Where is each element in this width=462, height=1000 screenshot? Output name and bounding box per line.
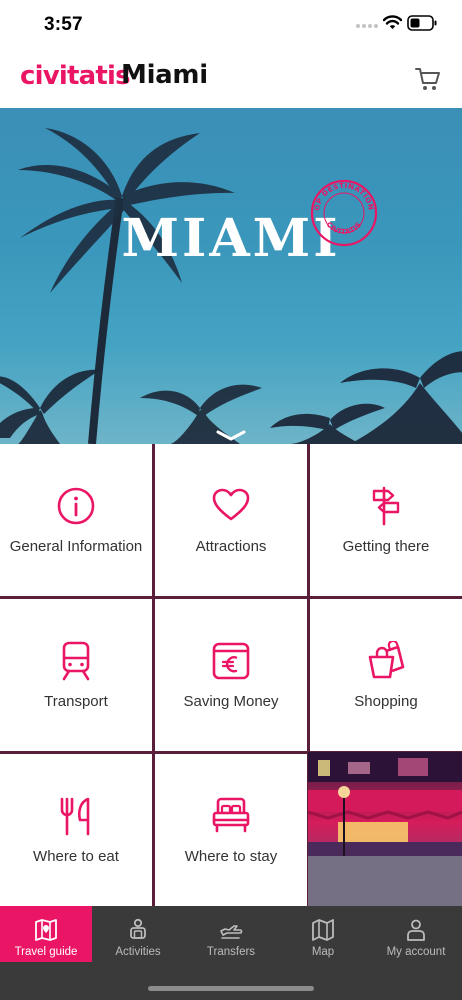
tile-label: Transport xyxy=(44,693,108,710)
bed-icon xyxy=(212,797,250,833)
tile-label: Getting there xyxy=(342,538,430,555)
tile-where-to-eat[interactable]: Where to eat xyxy=(0,754,152,906)
train-icon xyxy=(62,641,90,681)
tile-where-to-stay[interactable]: Where to stay xyxy=(155,754,307,906)
tile-general-information[interactable]: General Information xyxy=(0,444,152,596)
nav-label: Travel guide xyxy=(14,946,78,958)
plane-icon xyxy=(220,925,243,939)
shopping-bags-icon xyxy=(368,641,405,679)
tile-shopping[interactable]: Shopping xyxy=(310,599,462,751)
nav-label: My account xyxy=(386,946,446,958)
city-title: Miami xyxy=(121,60,208,90)
tile-transport[interactable]: Transport xyxy=(0,599,152,751)
cellular-signal-icon xyxy=(356,24,378,28)
hero-title: MIAMI xyxy=(121,208,341,269)
person-icon xyxy=(130,918,146,939)
signpost-icon xyxy=(372,486,400,526)
hero-banner: MIAMI TOP DESTINATIONS CIVITATIS xyxy=(0,108,462,444)
nav-label: Map xyxy=(311,946,335,958)
euro-wallet-icon xyxy=(212,642,250,680)
status-bar: 3:57 xyxy=(0,0,462,48)
nav-label: Activities xyxy=(115,946,161,958)
tile-label: Attractions xyxy=(195,538,267,555)
status-time: 3:57 xyxy=(44,14,83,35)
battery-icon xyxy=(407,15,437,31)
miami-street-photo xyxy=(308,752,462,906)
home-indicator[interactable] xyxy=(148,986,314,991)
chevron-down-icon[interactable] xyxy=(216,430,246,442)
tile-label: Where to stay xyxy=(184,848,278,865)
tile-label: Saving Money xyxy=(183,693,279,710)
top-destinations-badge: TOP DESTINATIONS CIVITATIS xyxy=(309,178,378,247)
app-header: civitatis Miami xyxy=(0,48,462,108)
nav-label: Transfers xyxy=(206,946,256,958)
tile-saving-money[interactable]: Saving Money xyxy=(155,599,307,751)
wifi-icon xyxy=(383,15,402,29)
tile-attractions[interactable]: Attractions xyxy=(155,444,307,596)
cart-icon[interactable] xyxy=(415,66,441,92)
map-icon xyxy=(312,919,334,941)
palm-trees-image xyxy=(0,128,462,444)
night-street-image xyxy=(308,752,462,906)
guide-sections-grid: General Information Attractions Getting … xyxy=(0,444,462,906)
heart-icon xyxy=(212,488,250,521)
nav-activities[interactable]: Activities xyxy=(92,906,184,962)
nav-transfers[interactable]: Transfers xyxy=(185,906,277,962)
map-book-icon xyxy=(35,919,57,941)
tile-getting-there[interactable]: Getting there xyxy=(310,444,462,596)
user-icon xyxy=(407,919,425,941)
fork-knife-icon xyxy=(60,797,90,836)
tile-label: Where to eat xyxy=(33,848,119,865)
info-icon xyxy=(57,487,95,525)
nav-travel-guide[interactable]: Travel guide xyxy=(0,906,92,962)
nav-my-account[interactable]: My account xyxy=(370,906,462,962)
svg-text:CIVITATIS: CIVITATIS xyxy=(325,221,364,237)
civitatis-logo[interactable]: civitatis xyxy=(20,61,131,91)
tile-label: Shopping xyxy=(354,693,418,710)
tile-label: General Information xyxy=(9,538,143,555)
nav-map[interactable]: Map xyxy=(277,906,369,962)
badge-bottom-text: CIVITATIS xyxy=(325,221,363,237)
